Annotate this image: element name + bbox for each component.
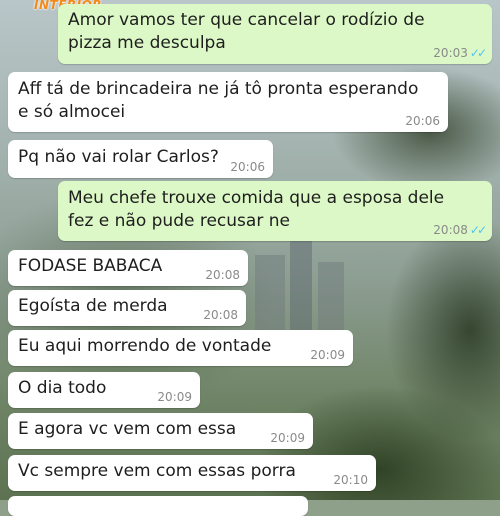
message-text-line: Aff tá de brincadeira ne já tô pronta es… (18, 79, 419, 99)
incoming-message[interactable]: E agora vc vem com essa 20:09 (8, 413, 313, 449)
incoming-message[interactable]: Pq não vai rolar Carlos? 20:06 (8, 140, 273, 178)
message-text: Pq não vai rolar Carlos? (18, 147, 219, 167)
incoming-message[interactable]: Vc sempre vem com essas porra 20:10 (8, 455, 376, 491)
message-time: 20:08 (203, 308, 238, 322)
message-time: 20:09 (310, 348, 345, 362)
incoming-message-partial[interactable] (8, 496, 308, 516)
outgoing-message[interactable]: Meu chefe trouxe comida que a esposa del… (58, 181, 492, 241)
message-time: 20:09 (157, 390, 192, 404)
message-text-line: pizza me desculpa (68, 33, 226, 53)
message-text-line: Amor vamos ter que cancelar o rodízio de (68, 10, 425, 30)
message-time: 20:08 (433, 223, 468, 237)
message-text: Eu aqui morrendo de vontade (18, 336, 272, 356)
message-time: 20:06 (405, 114, 440, 128)
incoming-message[interactable]: O dia todo 20:09 (8, 372, 200, 408)
incoming-message[interactable]: FODASE BABACA 20:08 (8, 250, 248, 286)
message-time-wrap: 20:03 ✓✓ (433, 46, 487, 60)
message-text-line: fez e não pude recusar ne (68, 211, 290, 231)
incoming-message[interactable]: Aff tá de brincadeira ne já tô pronta es… (8, 72, 448, 132)
message-text-line: Meu chefe trouxe comida que a esposa del… (68, 188, 445, 208)
message-text-line: e só almocei (18, 102, 126, 122)
message-time: 20:08 (205, 268, 240, 282)
outgoing-message[interactable]: Amor vamos ter que cancelar o rodízio de… (58, 4, 492, 64)
message-time: 20:09 (270, 431, 305, 445)
message-text: E agora vc vem com essa (18, 419, 237, 439)
message-text: FODASE BABACA (18, 256, 163, 276)
message-time: 20:03 (433, 46, 468, 60)
message-text: Vc sempre vem com essas porra (18, 461, 296, 481)
message-time-wrap: 20:08 ✓✓ (433, 223, 487, 237)
incoming-message[interactable]: Eu aqui morrendo de vontade 20:09 (8, 330, 353, 366)
read-receipt-icon: ✓✓ (469, 223, 487, 237)
read-receipt-icon: ✓✓ (469, 46, 487, 60)
message-time: 20:06 (230, 160, 265, 174)
message-text: Egoísta de merda (18, 296, 168, 316)
incoming-message[interactable]: Egoísta de merda 20:08 (8, 290, 246, 326)
message-time: 20:10 (333, 473, 368, 487)
message-text: O dia todo (18, 378, 107, 398)
